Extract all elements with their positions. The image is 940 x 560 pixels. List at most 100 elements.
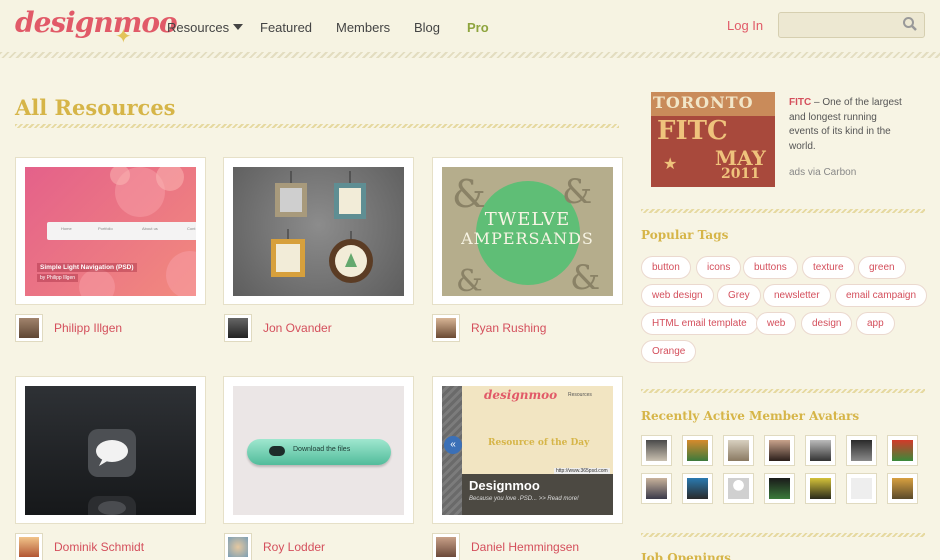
download-button-label: Download the files [293, 446, 351, 453]
thumb-subcaption: by Philipp Illgen [37, 274, 79, 282]
nav-resources[interactable]: Resources [167, 20, 244, 35]
thumb-title: Designmoo [469, 478, 540, 493]
resource-card[interactable]: Download the files [223, 376, 414, 524]
tag[interactable]: buttons [743, 256, 798, 279]
ad-image[interactable]: TORONTO FITC MAY 2011 ★ [651, 92, 775, 187]
resource-thumbnail[interactable] [25, 386, 196, 515]
author-name[interactable]: Philipp Illgen [54, 321, 122, 335]
nav-featured[interactable]: Featured [260, 20, 312, 35]
resource-card[interactable]: & & & & TWELVE AMPERSANDS [432, 157, 623, 305]
nav-members[interactable]: Members [336, 20, 390, 35]
member-avatar[interactable] [641, 435, 672, 466]
page-title: All Resources [15, 95, 176, 120]
tag[interactable]: button [641, 256, 691, 279]
resource-thumbnail[interactable] [233, 167, 404, 296]
svg-text:&: & [570, 258, 600, 296]
member-avatar[interactable] [682, 473, 713, 504]
member-avatar[interactable] [723, 435, 754, 466]
avatar[interactable] [15, 314, 43, 342]
tag[interactable]: HTML email template [641, 312, 758, 335]
author-name[interactable]: Roy Lodder [263, 540, 325, 554]
resource-thumbnail[interactable]: & & & & TWELVE AMPERSANDS [442, 167, 613, 296]
search-input[interactable] [778, 12, 925, 38]
tag[interactable]: Orange [641, 340, 697, 363]
member-avatar[interactable] [682, 435, 713, 466]
thumb-nav-label: Cont [187, 226, 196, 231]
site-logo[interactable]: designmoo [15, 6, 178, 39]
job-openings-title: Job Openings [641, 551, 731, 560]
title-divider [15, 124, 619, 128]
resource-card[interactable]: « designmoo Resources Resource of the Da… [432, 376, 623, 524]
resource-card[interactable] [223, 157, 414, 305]
sidebar-divider [641, 389, 925, 393]
ad-link[interactable]: FITC [789, 97, 811, 108]
svg-text:&: & [562, 172, 592, 212]
thumb-title-line: TWELVE [484, 209, 571, 230]
resource-thumbnail[interactable]: Home Portfolio About us Cont Simple Ligh… [25, 167, 196, 296]
resource-card[interactable] [15, 376, 206, 524]
sidebar-divider [641, 209, 925, 213]
sparkle-icon: ✦ [115, 26, 132, 48]
nav-blog[interactable]: Blog [414, 20, 440, 35]
resource-thumbnail[interactable]: « designmoo Resources Resource of the Da… [442, 386, 613, 515]
tag[interactable]: web [756, 312, 797, 335]
thumb-heading: Resource of the Day [488, 438, 590, 448]
avatar[interactable] [432, 533, 460, 560]
member-avatar[interactable] [887, 473, 918, 504]
member-avatar[interactable] [641, 473, 672, 504]
tag[interactable]: design [801, 312, 853, 335]
login-link[interactable]: Log In [727, 18, 763, 33]
author-name[interactable]: Daniel Hemmingsen [471, 540, 579, 554]
cloud-icon [269, 446, 285, 456]
sidebar-divider [641, 533, 925, 537]
tag[interactable]: web design [641, 284, 714, 307]
nav-pro[interactable]: Pro [467, 20, 489, 35]
thumb-menu: Resources [568, 392, 592, 398]
thumb-subtitle: Because you love .PSD... >> Read more! [469, 496, 579, 502]
ad-text: FITC – One of the largest and longest ru… [789, 97, 902, 152]
tag[interactable]: email campaign [835, 284, 928, 307]
header-divider [0, 52, 940, 58]
thumbnail-art [271, 171, 373, 283]
member-avatar[interactable] [723, 473, 754, 504]
ad-image-text: FITC [657, 116, 728, 146]
resource-thumbnail[interactable]: Download the files [233, 386, 404, 515]
tag[interactable]: icons [696, 256, 742, 279]
thumb-title-line: AMPERSANDS [461, 229, 594, 248]
svg-text:&: & [456, 264, 483, 296]
tag[interactable]: Grey [717, 284, 761, 307]
download-button[interactable]: Download the files [247, 439, 391, 465]
member-avatar[interactable] [764, 473, 795, 504]
member-avatar[interactable] [764, 435, 795, 466]
member-avatars-title: Recently Active Member Avatars [641, 409, 860, 423]
tag[interactable]: texture [802, 256, 855, 279]
author-name[interactable]: Ryan Rushing [471, 321, 546, 335]
member-avatar[interactable] [805, 435, 836, 466]
avatar[interactable] [224, 533, 252, 560]
avatar[interactable] [432, 314, 460, 342]
resource-card[interactable]: Home Portfolio About us Cont Simple Ligh… [15, 157, 206, 305]
member-avatar[interactable] [846, 435, 877, 466]
ad-via[interactable]: ads via Carbon [789, 167, 856, 178]
chevron-down-icon [233, 24, 244, 30]
author-name[interactable]: Jon Ovander [263, 321, 332, 335]
thumb-nav-label: About us [142, 226, 158, 231]
search-icon[interactable] [902, 16, 918, 32]
avatar[interactable] [224, 314, 252, 342]
member-avatar[interactable] [887, 435, 918, 466]
thumb-arrow-icon: « [444, 436, 462, 454]
thumb-caption: Simple Light Navigation (PSD) [37, 263, 137, 272]
tag[interactable]: green [858, 256, 906, 279]
thumbnail-art [88, 429, 136, 515]
thumb-nav-label: Portfolio [98, 226, 113, 231]
member-avatar[interactable] [846, 473, 877, 504]
thumb-brand: designmoo [484, 388, 558, 402]
member-avatar[interactable] [805, 473, 836, 504]
avatar[interactable] [15, 533, 43, 560]
tag[interactable]: newsletter [763, 284, 831, 307]
author-name[interactable]: Dominik Schmidt [54, 540, 144, 554]
thumb-nav-label: Home [61, 226, 72, 231]
star-icon: ★ [663, 156, 678, 173]
tag[interactable]: app [856, 312, 895, 335]
ad-image-text: 2011 [721, 166, 760, 182]
